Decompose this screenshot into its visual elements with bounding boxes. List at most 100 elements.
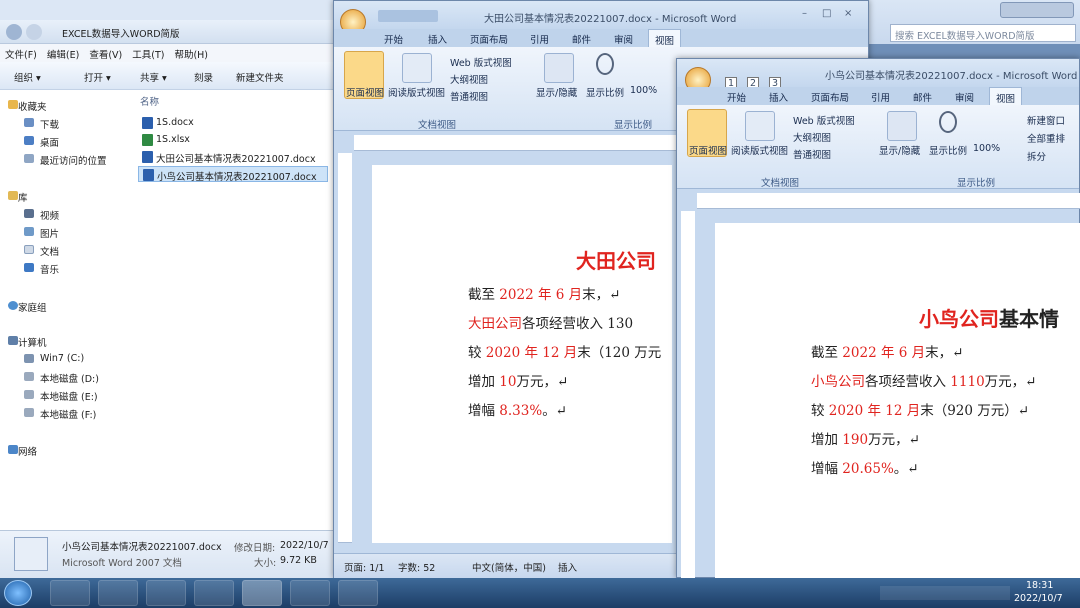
web-view-button[interactable]: Web 版式视图: [450, 55, 512, 69]
status-words[interactable]: 字数: 52: [398, 560, 435, 574]
status-mode[interactable]: 插入: [558, 560, 577, 574]
tab-mailings[interactable]: 邮件: [913, 90, 932, 104]
menu-help[interactable]: 帮助(H): [169, 44, 213, 64]
address-path[interactable]: EXCEL数据导入WORD简版: [62, 26, 180, 40]
maximize-icon[interactable]: □: [822, 8, 831, 19]
list-item[interactable]: 大田公司基本情况表20221007.docx: [138, 149, 328, 165]
doc-line: 增加 190万元，↵: [811, 432, 920, 448]
clock-date[interactable]: 2022/10/7: [1014, 593, 1063, 604]
menu-view[interactable]: 查看(V): [84, 44, 127, 64]
nav-homegroup[interactable]: 家庭组: [18, 300, 47, 314]
document-page[interactable]: 大田公司 截至 2022 年 6 月末，↵ 大田公司各项经营收入 130 较 2…: [372, 165, 672, 543]
tab-review[interactable]: 审阅: [614, 32, 633, 46]
app-taskbar-icon[interactable]: [146, 580, 186, 606]
menu-edit[interactable]: 编辑(E): [42, 44, 84, 64]
file-name: 大田公司基本情况表20221007.docx: [156, 154, 316, 165]
quick-access-toolbar[interactable]: [378, 10, 438, 22]
show-hide-button[interactable]: 显示/隐藏: [536, 85, 577, 99]
nav-documents[interactable]: 文档: [40, 244, 59, 258]
tab-layout[interactable]: 页面布局: [470, 32, 508, 46]
nav-downloads[interactable]: 下载: [40, 117, 59, 131]
list-item-selected[interactable]: 小鸟公司基本情况表20221007.docx: [138, 166, 328, 183]
tab-review[interactable]: 审阅: [955, 90, 974, 104]
forward-icon[interactable]: [26, 24, 42, 40]
chrome-taskbar-icon[interactable]: [98, 580, 138, 606]
nav-drive-f[interactable]: 本地磁盘 (F:): [40, 407, 96, 421]
web-view-button[interactable]: Web 版式视图: [793, 113, 855, 127]
organize-button[interactable]: 组织 ▾: [14, 70, 41, 84]
share-button[interactable]: 共享 ▾: [140, 70, 167, 84]
back-icon[interactable]: [6, 24, 22, 40]
ie-taskbar-icon[interactable]: [50, 580, 90, 606]
close-icon[interactable]: ×: [844, 8, 852, 19]
read-view-button[interactable]: 阅读版式视图: [731, 143, 788, 157]
search-input[interactable]: 搜索 EXCEL数据导入WORD简版: [890, 24, 1076, 42]
nav-drive-c[interactable]: Win7 (C:): [40, 353, 84, 364]
python-taskbar-icon[interactable]: [338, 580, 378, 606]
status-language[interactable]: 中文(简体，中国): [472, 560, 546, 574]
show-hide-icon[interactable]: [544, 53, 574, 83]
detail-size-label: 大小:: [254, 558, 277, 569]
app-taskbar-icon[interactable]: [290, 580, 330, 606]
list-item[interactable]: 1S.xlsx: [138, 132, 328, 148]
nav-drive-d[interactable]: 本地磁盘 (D:): [40, 371, 99, 385]
minimize-icon[interactable]: –: [802, 8, 807, 19]
menu-tools[interactable]: 工具(T): [127, 44, 169, 64]
tab-home[interactable]: 开始: [384, 32, 403, 46]
tab-home[interactable]: 开始: [727, 90, 746, 104]
outline-view-button[interactable]: 大纲视图: [450, 72, 488, 86]
nav-libraries[interactable]: 库: [18, 190, 28, 204]
tab-mailings[interactable]: 邮件: [572, 32, 591, 46]
nav-pictures[interactable]: 图片: [40, 226, 59, 240]
zoom-100-button[interactable]: 100%: [973, 143, 1000, 154]
nav-drive-e[interactable]: 本地磁盘 (E:): [40, 389, 98, 403]
read-view-button[interactable]: 阅读版式视图: [388, 85, 445, 99]
zoom-100-button[interactable]: 100%: [630, 85, 657, 96]
zoom-button[interactable]: 显示比例: [586, 85, 624, 99]
document-page[interactable]: 小鸟公司基本情 截至 2022 年 6 月末，↵ 小鸟公司各项经营收入 1110…: [715, 223, 1080, 579]
nav-desktop[interactable]: 桌面: [40, 135, 59, 149]
read-view-icon[interactable]: [402, 53, 432, 83]
word-taskbar-icon[interactable]: [242, 580, 282, 606]
word-file-icon: [142, 117, 153, 129]
system-tray[interactable]: [880, 586, 1010, 600]
tab-references[interactable]: 引用: [871, 90, 890, 104]
menu-file[interactable]: 文件(F): [0, 44, 42, 64]
arrange-all-button[interactable]: 全部重排: [1027, 131, 1065, 145]
explorer-taskbar-icon[interactable]: [194, 580, 234, 606]
tab-insert[interactable]: 插入: [769, 90, 788, 104]
list-item[interactable]: 1S.docx: [138, 115, 328, 131]
outline-view-button[interactable]: 大纲视图: [793, 130, 831, 144]
tab-layout[interactable]: 页面布局: [811, 90, 849, 104]
clock-time[interactable]: 18:31: [1026, 580, 1053, 591]
nav-videos[interactable]: 视频: [40, 208, 59, 222]
open-button[interactable]: 打开 ▾: [84, 70, 111, 84]
nav-network[interactable]: 网络: [18, 444, 37, 458]
burn-button[interactable]: 刻录: [194, 70, 213, 84]
draft-view-button[interactable]: 普通视图: [793, 147, 831, 161]
nav-music[interactable]: 音乐: [40, 262, 59, 276]
window-controls[interactable]: [1000, 2, 1074, 18]
detail-modified-label: 修改日期:: [234, 543, 276, 554]
new-window-button[interactable]: 新建窗口: [1027, 113, 1065, 127]
read-view-icon[interactable]: [745, 111, 775, 141]
new-folder-button[interactable]: 新建文件夹: [236, 70, 284, 84]
column-header-name[interactable]: 名称: [140, 94, 159, 108]
draft-view-button[interactable]: 普通视图: [450, 89, 488, 103]
nav-computer[interactable]: 计算机: [18, 335, 47, 349]
zoom-icon[interactable]: [596, 53, 614, 75]
horizontal-ruler[interactable]: [697, 193, 1080, 209]
status-page[interactable]: 页面: 1/1: [344, 560, 385, 574]
vertical-ruler[interactable]: [681, 211, 695, 579]
nav-favorites[interactable]: 收藏夹: [18, 99, 47, 113]
start-button-icon[interactable]: [4, 580, 32, 606]
zoom-icon[interactable]: [939, 111, 957, 133]
nav-recent[interactable]: 最近访问的位置: [40, 153, 107, 167]
show-hide-icon[interactable]: [887, 111, 917, 141]
zoom-button[interactable]: 显示比例: [929, 143, 967, 157]
vertical-ruler[interactable]: [338, 153, 352, 543]
split-button[interactable]: 拆分: [1027, 149, 1046, 163]
show-hide-button[interactable]: 显示/隐藏: [879, 143, 920, 157]
tab-references[interactable]: 引用: [530, 32, 549, 46]
tab-insert[interactable]: 插入: [428, 32, 447, 46]
